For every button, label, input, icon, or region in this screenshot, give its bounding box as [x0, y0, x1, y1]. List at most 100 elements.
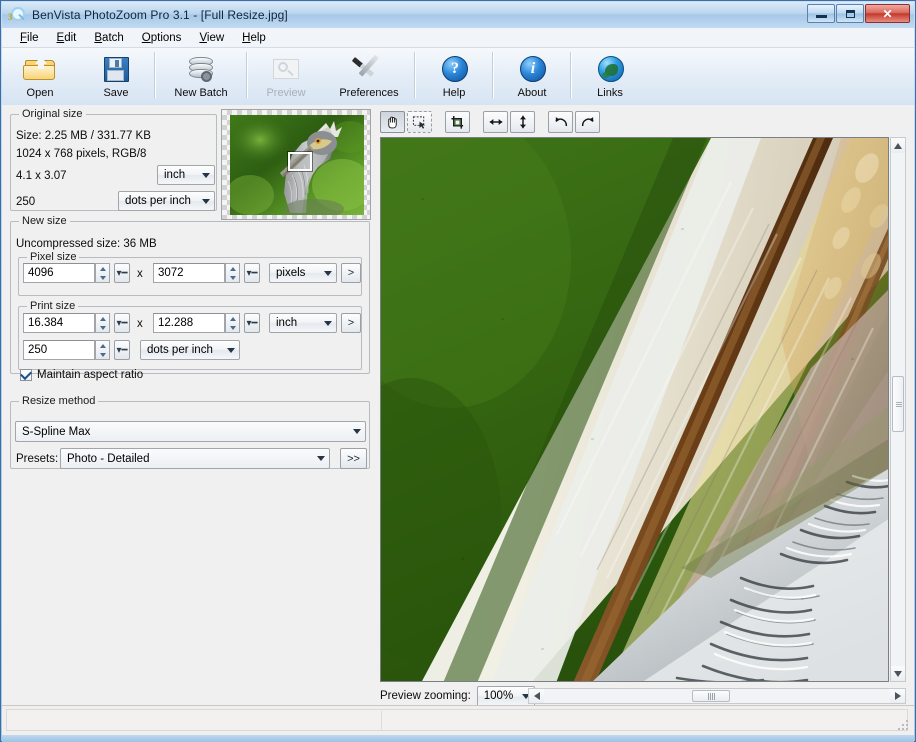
- pixel-unit-dropdown[interactable]: pixels: [269, 263, 337, 283]
- globe-icon: [593, 54, 627, 84]
- pixel-width-input[interactable]: [23, 263, 95, 283]
- resize-grip-icon[interactable]: [898, 720, 910, 732]
- maintain-aspect-ratio-label: Maintain aspect ratio: [37, 369, 143, 381]
- settings-panel: Original size Size: 2.25 MB / 331.77 KB …: [2, 105, 376, 705]
- menu-view[interactable]: View: [190, 30, 233, 46]
- print-width-spinner[interactable]: [95, 313, 110, 333]
- original-file-size: Size: 2.25 MB / 331.77 KB: [16, 130, 151, 142]
- print-width-input[interactable]: [23, 313, 95, 333]
- menu-help[interactable]: Help: [233, 30, 275, 46]
- main-toolbar: Open Save New Batch Preview: [2, 48, 914, 106]
- pixel-width-menu-button[interactable]: ▾━: [114, 263, 130, 283]
- preview-vertical-scrollbar[interactable]: [890, 137, 906, 682]
- pixel-width-spinner[interactable]: [95, 263, 110, 283]
- horizontal-scroll-thumb[interactable]: [692, 690, 730, 702]
- toolbar-label-about: About: [518, 87, 547, 99]
- print-resolution-unit-dropdown[interactable]: dots per inch: [140, 340, 240, 360]
- menu-edit[interactable]: Edit: [48, 30, 86, 46]
- menu-batch[interactable]: Batch: [85, 30, 132, 46]
- toolbar-button-open[interactable]: Open: [2, 48, 78, 103]
- original-resolution-unit-dropdown[interactable]: dots per inch: [118, 191, 215, 211]
- print-width-menu-button[interactable]: ▾━: [114, 313, 130, 333]
- marquee-select-tool[interactable]: [407, 111, 432, 133]
- pixel-width-spinner-up[interactable]: [96, 264, 109, 273]
- chevron-left-icon: [534, 692, 540, 700]
- rotate-left-icon: [553, 115, 569, 129]
- print-resolution-input[interactable]: [23, 340, 95, 360]
- hand-icon: [385, 115, 400, 130]
- pixel-size-separator: x: [137, 268, 143, 280]
- pixel-height-spinner-up[interactable]: [226, 264, 239, 273]
- crop-tool[interactable]: [445, 111, 470, 133]
- info-circle-icon: i: [515, 54, 549, 84]
- print-unit-dropdown[interactable]: inch: [269, 313, 337, 333]
- print-resolution-spinner-down[interactable]: [96, 350, 109, 359]
- pixel-height-input[interactable]: [153, 263, 225, 283]
- vertical-scroll-thumb[interactable]: [892, 376, 904, 432]
- toolbar-button-save[interactable]: Save: [78, 48, 154, 103]
- preview-zoom-dropdown[interactable]: 100%: [477, 686, 535, 707]
- toolbar-label-preview: Preview: [266, 87, 305, 99]
- print-height-spinner[interactable]: [225, 313, 240, 333]
- preview-horizontal-scrollbar[interactable]: [528, 688, 906, 704]
- pixel-size-expand-label: >: [348, 267, 354, 279]
- preview-selection-rectangle[interactable]: [288, 152, 312, 171]
- chevron-down-icon: [324, 271, 332, 276]
- scroll-up-button[interactable]: [891, 138, 905, 153]
- print-size-expand-button[interactable]: >: [341, 313, 361, 333]
- print-height-spinner-up[interactable]: [226, 314, 239, 323]
- scroll-left-button[interactable]: [529, 689, 544, 703]
- scroll-down-button[interactable]: [891, 666, 905, 681]
- print-height-menu-button[interactable]: ▾━: [244, 313, 260, 333]
- toolbar-button-about[interactable]: i About: [494, 48, 570, 103]
- print-width-spinner-down[interactable]: [96, 323, 109, 332]
- preview-canvas[interactable]: [380, 137, 889, 682]
- pixel-height-menu-button[interactable]: ▾━: [244, 263, 260, 283]
- rotate-right-tool[interactable]: [575, 111, 600, 133]
- toolbar-label-save: Save: [103, 87, 128, 99]
- scroll-right-button[interactable]: [890, 689, 905, 703]
- pixel-height-spinner[interactable]: [225, 263, 240, 283]
- chevron-down-icon: [227, 348, 235, 353]
- resize-method-dropdown[interactable]: S-Spline Max: [15, 421, 366, 442]
- flip-horizontal-tool[interactable]: [483, 111, 508, 133]
- pixel-size-expand-button[interactable]: >: [341, 263, 361, 283]
- print-size-expand-label: >: [348, 317, 354, 329]
- uncompressed-size-text: Uncompressed size: 36 MB: [16, 238, 157, 250]
- presets-dropdown[interactable]: Photo - Detailed: [60, 448, 330, 469]
- photozoom-app-icon: 3: [8, 6, 26, 24]
- print-height-spinner-down[interactable]: [226, 323, 239, 332]
- pan-hand-tool[interactable]: [380, 111, 405, 133]
- print-width-spinner-up[interactable]: [96, 314, 109, 323]
- flip-vertical-icon: [516, 114, 530, 130]
- rotate-left-tool[interactable]: [548, 111, 573, 133]
- pixel-height-spinner-down[interactable]: [226, 273, 239, 282]
- question-circle-icon: ?: [437, 54, 471, 84]
- print-resolution-menu-button[interactable]: ▾━: [114, 340, 130, 360]
- original-unit-dropdown[interactable]: inch: [157, 165, 215, 185]
- title-bar: 3 BenVista PhotoZoom Pro 3.1 - [Full Res…: [2, 2, 914, 28]
- pixel-width-spinner-down[interactable]: [96, 273, 109, 282]
- menu-batch-label: atch: [102, 32, 124, 44]
- minimize-button[interactable]: [807, 4, 835, 23]
- flip-vertical-tool[interactable]: [510, 111, 535, 133]
- close-button[interactable]: ✕: [865, 4, 910, 23]
- marquee-select-icon: [412, 115, 427, 130]
- toolbar-button-preferences[interactable]: Preferences: [324, 48, 414, 103]
- toolbar-button-new-batch[interactable]: New Batch: [156, 48, 246, 103]
- toolbar-button-preview[interactable]: Preview: [248, 48, 324, 103]
- print-resolution-spinner-up[interactable]: [96, 341, 109, 350]
- thumbnail-preview[interactable]: [221, 109, 371, 220]
- print-resolution-spinner[interactable]: [95, 340, 110, 360]
- maintain-aspect-ratio-checkbox[interactable]: Maintain aspect ratio: [20, 369, 143, 381]
- chevron-down-icon: [317, 456, 325, 461]
- original-resolution-value: 250: [16, 196, 35, 208]
- toolbar-button-help[interactable]: ? Help: [416, 48, 492, 103]
- restore-button[interactable]: [836, 4, 864, 23]
- print-height-input[interactable]: [153, 313, 225, 333]
- menu-file[interactable]: File: [11, 30, 48, 46]
- toolbar-button-links[interactable]: Links: [572, 48, 648, 103]
- menu-options[interactable]: Options: [133, 30, 191, 46]
- menu-edit-label: dit: [64, 32, 76, 44]
- presets-more-button[interactable]: >>: [340, 448, 367, 469]
